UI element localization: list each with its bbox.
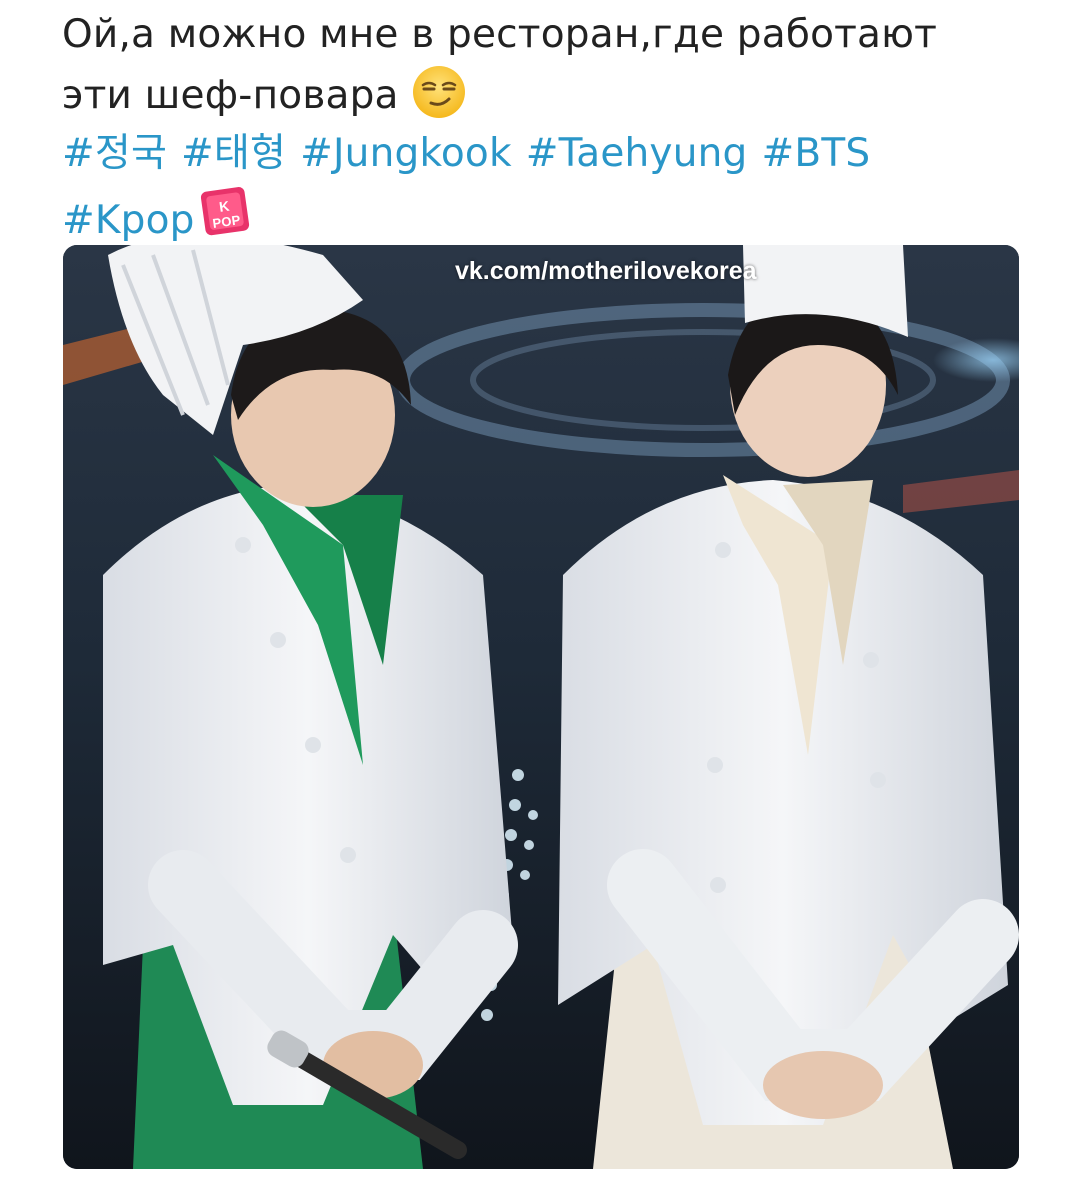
hashtag-jeongguk[interactable]: #정국 <box>62 131 167 176</box>
post-text-line-1: Ой,а можно мне в ресторан,где работают <box>62 12 938 57</box>
kpop-badge-icon: K POP <box>197 183 255 239</box>
photo-of-two-chefs <box>63 245 1019 1169</box>
post-text-line-2-wrap: эти шеф-повара <box>62 64 1022 125</box>
hashtag-taehyung[interactable]: #Taehyung <box>526 131 748 176</box>
post-card: Ой,а можно мне в ресторан,где работают э… <box>0 0 1080 1180</box>
smirking-face-icon <box>411 64 467 120</box>
hashtag-jungkook[interactable]: #Jungkook <box>300 131 512 176</box>
kpop-badge-top-text: K <box>218 198 230 215</box>
photo-watermark: vk.com/motherilovekorea <box>455 257 757 285</box>
hashtag-kpop[interactable]: #Kpop <box>62 198 195 243</box>
post-photo[interactable]: vk.com/motherilovekorea <box>63 245 1019 1169</box>
hashtags-row-2: #Kpop K POP <box>62 183 1022 250</box>
post-text: Ой,а можно мне в ресторан,где работают э… <box>62 6 1022 250</box>
hashtag-bts[interactable]: #BTS <box>762 131 871 176</box>
post-text-line-2: эти шеф-повара <box>62 73 399 118</box>
hashtags-row-1: #정국 #태형 #Jungkook #Taehyung #BTS <box>62 125 1022 183</box>
hashtag-taehyung-korean[interactable]: #태형 <box>181 131 286 176</box>
